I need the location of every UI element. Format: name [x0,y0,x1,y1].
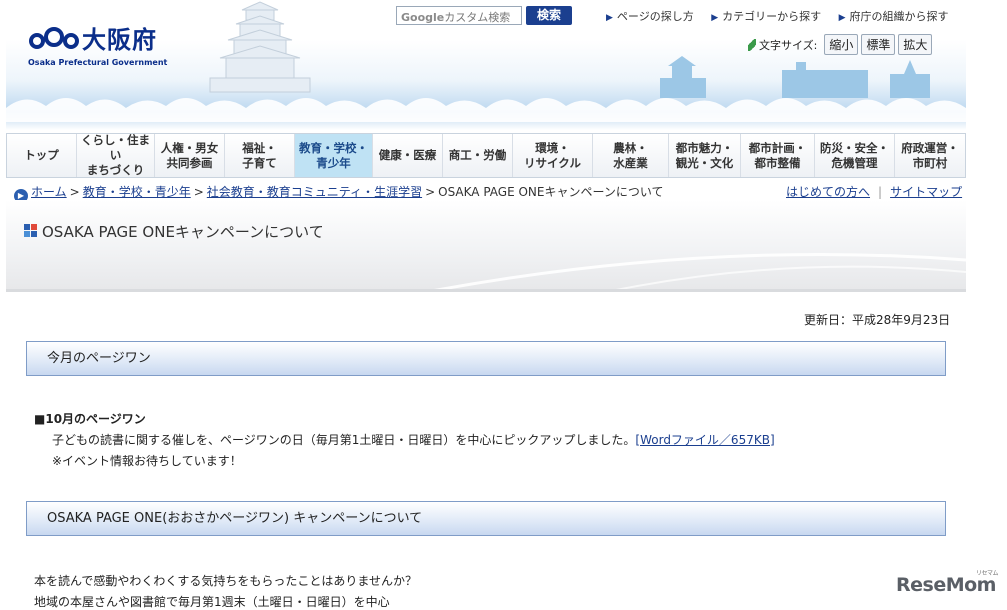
castle-illustration [209,1,311,93]
font-size-large-button[interactable]: 拡大 [898,34,933,55]
arrow-right-icon: ▶ [711,13,719,23]
event-note: ※イベント情報お待ちしています！ [52,454,242,468]
arrow-right-icon: ▶ [838,13,846,23]
top-link-page-guide[interactable]: ▶ ページの探し方 [606,10,694,23]
font-size-small-button[interactable]: 縮小 [824,34,859,55]
font-size-control: 文字サイズ: 縮小 標準 拡大 [748,34,933,55]
nav-item-urban-planning[interactable]: 都市計画・ 都市整備 [741,134,815,177]
search-button[interactable]: 検索 [526,6,572,25]
font-size-label: 文字サイズ: [759,38,818,52]
nav-item-top[interactable]: トップ [7,134,77,177]
arrow-right-icon: ▶ [606,13,613,23]
top-links: ▶ ページの探し方 ▶ カテゴリーから探す ▶ 府庁の組織から探す [606,8,963,24]
global-navigation: トップ くらし・住まい まちづくり 人権・男女 共同参画 福祉・ 子育て 教育・学校・… [6,133,966,178]
search-input[interactable]: Googleカスタム検索 [396,6,522,25]
logo-subtitle: Osaka Prefectural Government [28,58,168,67]
nav-item-welfare[interactable]: 福祉・ 子育て [225,134,295,177]
nav-item-human-rights[interactable]: 人権・男女 共同参画 [155,134,225,177]
search-placeholder: カスタム検索 [444,11,511,24]
resemom-watermark: ReseMom リセマム [896,570,998,596]
nav-item-disaster[interactable]: 防災・安全・ 危機管理 [815,134,895,177]
breadcrumb-current: OSAKA PAGE ONEキャンペーンについて [438,185,664,199]
city-skyline-illustration [660,56,930,98]
google-brand-label: Google [401,11,445,24]
nav-item-commerce[interactable]: 商工・労働 [443,134,513,177]
breadcrumb-home[interactable]: ホーム [31,185,67,199]
updated-date: 更新日：平成28年9月23日 [804,313,951,327]
breadcrumb-education[interactable]: 教育・学校・青少年 [83,185,191,199]
utility-links: はじめての方へ | サイトマップ [786,185,963,199]
section-heading-campaign: OSAKA PAGE ONE(おおさかページワン) キャンペーンについて [26,501,946,536]
title-squares-icon [24,224,38,238]
site-header: 大阪府 Osaka Prefectural Government Googleカ… [0,0,1007,130]
breadcrumb-social-education[interactable]: 社会教育・教育コミュニティ・生涯学習 [207,185,422,199]
nav-item-tourism[interactable]: 都市魅力・ 観光・文化 [669,134,741,177]
event-paragraph: 子どもの読書に関する催しを、ページワンの日（毎月第1土曜日・日曜日）を中心にピッ… [52,433,775,447]
body-line-1: 本を読んで感動やわくわくする気持ちをもらったことはありませんか？ [34,574,418,588]
section-heading-this-month: 今月のページワン [26,341,946,376]
osaka-logo-icon [29,27,79,49]
nav-item-administration[interactable]: 府政運営・ 市町村 [895,134,965,177]
logo-name: 大阪府 [82,26,157,54]
sitemap-link[interactable]: サイトマップ [890,185,962,199]
nav-item-health[interactable]: 健康・医療 [373,134,443,177]
page-title-band [6,200,966,292]
top-link-category[interactable]: ▶ カテゴリーから探す [711,10,821,23]
page-title: OSAKA PAGE ONEキャンペーンについて [24,221,324,242]
first-visit-link[interactable]: はじめての方へ [786,185,870,199]
swoosh-decoration [434,252,966,289]
word-file-link[interactable]: [Wordファイル／657KB] [635,433,774,447]
nav-item-environment[interactable]: 環境・ リサイクル [513,134,593,177]
nav-item-living[interactable]: くらし・住まい まちづくり [77,133,155,177]
top-link-organization[interactable]: ▶ 府庁の組織から探す [839,10,949,23]
nav-item-education[interactable]: 教育・学校・ 青少年 [295,134,373,177]
page-title-text: OSAKA PAGE ONEキャンペーンについて [42,223,324,241]
pencil-icon [748,38,756,51]
font-size-normal-button[interactable]: 標準 [861,34,896,55]
nav-item-agriculture[interactable]: 農林・ 水産業 [593,134,669,177]
october-heading: ■10月のページワン [34,412,146,426]
site-logo[interactable]: 大阪府 Osaka Prefectural Government [28,20,188,72]
body-line-2: 地域の本屋さんや図書館で毎月第1週末（土曜日・日曜日）を中心 [34,595,390,609]
